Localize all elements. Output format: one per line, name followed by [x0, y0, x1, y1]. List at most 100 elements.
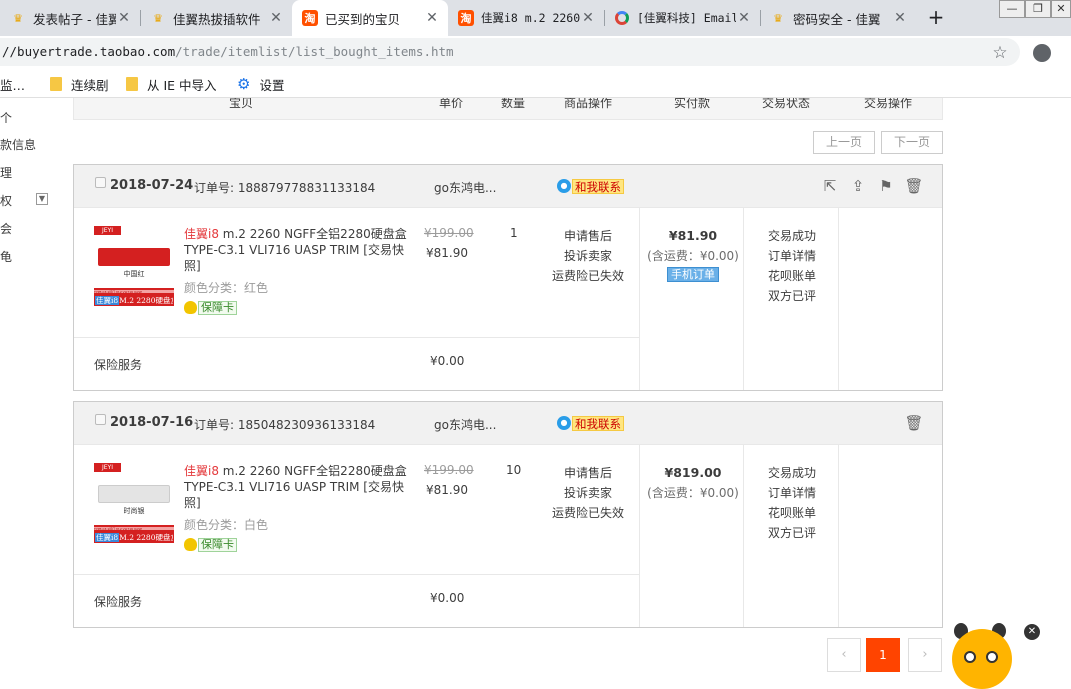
bookmark-imported-from-ie[interactable]: 从 IE 中导入 — [126, 75, 217, 93]
guarantee-card-badge[interactable]: 保障卡 — [184, 537, 237, 552]
gold-cup-icon: ♛ — [773, 11, 783, 25]
close-icon[interactable]: ✕ — [268, 10, 284, 26]
close-icon[interactable]: ✕ — [736, 10, 752, 26]
guarantee-card-badge[interactable]: 保障卡 — [184, 300, 237, 315]
new-tab-button[interactable]: + — [925, 5, 947, 29]
url-field[interactable]: //buyertrade.taobao.com/trade/itemlist/l… — [0, 38, 1020, 66]
left-nav-item[interactable]: 会 — [0, 220, 12, 237]
left-nav-item[interactable]: 个 — [0, 109, 12, 126]
share-icon[interactable]: ⇱ — [820, 177, 840, 195]
taobao-icon: 淘 — [302, 10, 318, 26]
close-icon[interactable]: ✕ — [424, 10, 440, 26]
product-thumbnail[interactable]: JEYI 时尚银 TYPE-C3.1接口 M.2 VLI716 UASP 佳翼i… — [94, 463, 174, 543]
close-icon[interactable]: ✕ — [1024, 624, 1040, 640]
prev-page-button[interactable]: 上一页 — [813, 131, 875, 154]
product-attribute: 颜色分类：白色 — [184, 518, 269, 532]
column-header: 实付款 — [674, 98, 711, 110]
taobao-icon: 淘 — [458, 10, 474, 26]
contact-label: 和我联系 — [572, 415, 624, 431]
product-thumbnail[interactable]: JEYI 中国红 TYPE-C3.1接口 M.2 VLI716 UASP 佳翼i… — [94, 226, 174, 306]
order-checkbox[interactable] — [95, 414, 106, 425]
tab-email[interactable]: [佳翼科技] Email ✕ — [604, 0, 760, 36]
tab-hotplug-software[interactable]: ♛ 佳翼热拔插软件 ✕ — [140, 0, 292, 36]
paid-amount: ¥819.00 — [664, 465, 722, 480]
contact-seller-button[interactable]: ● 和我联系 — [557, 178, 624, 194]
order-actions: 🗑 — [896, 414, 924, 432]
paid-amount: ¥81.90 — [668, 228, 718, 243]
unit-price: ¥81.90 — [426, 483, 468, 497]
url-host: //buyertrade.taobao.com — [2, 44, 176, 59]
shipping-fee: (含运费：¥0.00) — [647, 486, 739, 500]
bookmark-monitor[interactable]: 监… — [0, 75, 25, 93]
bookmark-label: 设置 — [259, 77, 285, 93]
review-status-link[interactable]: 双方已评 — [745, 286, 839, 306]
pagination-prev-button[interactable]: ‹ — [827, 638, 861, 672]
shop-name-link[interactable]: go东鸿电... — [434, 416, 496, 433]
product-title-link[interactable]: 佳翼i8 m.2 2260 NGFF全铝2280硬盘盒TYPE-C3.1 VLI… — [184, 463, 409, 511]
bookmark-settings[interactable]: ⚙ 设置 — [237, 75, 284, 93]
close-window-button[interactable]: ✕ — [1051, 0, 1071, 18]
tab-product-page[interactable]: 淘 佳翼i8 m.2 2260 ✕ — [448, 0, 604, 36]
original-price: ¥199.00 — [424, 226, 474, 240]
column-header: 宝贝 — [229, 98, 254, 110]
folder-icon — [126, 77, 138, 91]
close-icon[interactable]: ✕ — [892, 10, 908, 26]
chevron-down-icon[interactable]: ▼ — [36, 193, 48, 205]
mascot-assistant-icon[interactable] — [948, 621, 1014, 689]
huabei-bill-link[interactable]: 花呗账单 — [745, 266, 839, 286]
shop-name-link[interactable]: go东鸿电... — [434, 179, 496, 196]
complain-seller-link[interactable]: 投诉卖家 — [534, 483, 642, 503]
url-path: /trade/itemlist/list_bought_items.htm — [175, 44, 454, 59]
order-checkbox[interactable] — [95, 177, 106, 188]
left-nav-item[interactable]: 权 — [0, 192, 12, 209]
bookmark-star-icon[interactable]: ☆ — [990, 43, 1010, 63]
insurance-price: ¥0.00 — [430, 591, 465, 605]
pagination-page-1[interactable]: 1 — [866, 638, 900, 672]
tab-title: 佳翼热拔插软件 — [173, 11, 261, 27]
trash-icon[interactable]: 🗑 — [904, 177, 924, 195]
mobile-order-badge[interactable]: 手机订单 — [667, 267, 719, 282]
order-detail-link[interactable]: 订单详情 — [745, 483, 839, 503]
wangwang-icon: ● — [557, 416, 571, 430]
apply-after-sale-link[interactable]: 申请售后 — [534, 226, 642, 246]
pagination-next-button[interactable]: › — [908, 638, 942, 672]
flag-icon[interactable]: ⚑ — [876, 177, 896, 195]
column-header: 交易操作 — [864, 98, 913, 110]
guarantee-icon — [184, 538, 197, 551]
contact-seller-button[interactable]: ● 和我联系 — [557, 415, 624, 431]
contact-label: 和我联系 — [572, 178, 624, 194]
account-icon[interactable] — [1033, 44, 1051, 62]
banner-line: TYPE-C3.1接口 M.2 VLI716 UASP — [94, 290, 174, 293]
trash-icon[interactable]: 🗑 — [904, 414, 924, 432]
tab-title: [佳翼科技] Email — [637, 11, 736, 25]
order-detail-link[interactable]: 订单详情 — [745, 246, 839, 266]
order-actions: ⇱ ⇪ ⚑ 🗑 — [812, 177, 924, 195]
complain-seller-link[interactable]: 投诉卖家 — [534, 246, 642, 266]
tab-password-security[interactable]: ♛ 密码安全 - 佳翼 ✕ — [760, 0, 916, 36]
left-nav-item[interactable]: 款信息 — [0, 136, 36, 153]
restore-button[interactable]: ❐ — [1025, 0, 1051, 18]
banner-line: TYPE-C3.1接口 M.2 VLI716 UASP — [94, 527, 174, 530]
upload-icon[interactable]: ⇪ — [848, 177, 868, 195]
left-nav-item[interactable]: 龟 — [0, 248, 12, 265]
next-page-button[interactable]: 下一页 — [881, 131, 943, 154]
huabei-bill-link[interactable]: 花呗账单 — [745, 503, 839, 523]
column-header: 商品操作 — [564, 98, 613, 110]
tab-post-thread[interactable]: ♛ 发表帖子 - 佳翼 ✕ — [0, 0, 140, 36]
close-icon[interactable]: ✕ — [580, 10, 596, 26]
bookmark-label: 连续剧 — [71, 77, 109, 93]
tab-bought-items[interactable]: 淘 已买到的宝贝 ✕ — [292, 0, 448, 36]
bookmark-tv-series[interactable]: 连续剧 — [50, 75, 109, 93]
bookmark-label: 从 IE 中导入 — [147, 77, 217, 93]
original-price: ¥199.00 — [424, 463, 474, 477]
order-number: 订单号: 185048230936133184 — [194, 418, 376, 432]
review-status-link[interactable]: 双方已评 — [745, 523, 839, 543]
gear-icon: ⚙ — [237, 75, 251, 93]
banner-text: M.2 2280硬盘盒 — [119, 296, 173, 305]
left-nav-item[interactable]: 理 — [0, 164, 12, 181]
product-title-link[interactable]: 佳翼i8 m.2 2260 NGFF全铝2280硬盘盒TYPE-C3.1 VLI… — [184, 226, 409, 274]
item-operations: 申请售后 投诉卖家 运费险已失效 — [534, 226, 642, 286]
minimize-button[interactable]: — — [999, 0, 1025, 18]
apply-after-sale-link[interactable]: 申请售后 — [534, 463, 642, 483]
close-icon[interactable]: ✕ — [116, 10, 132, 26]
